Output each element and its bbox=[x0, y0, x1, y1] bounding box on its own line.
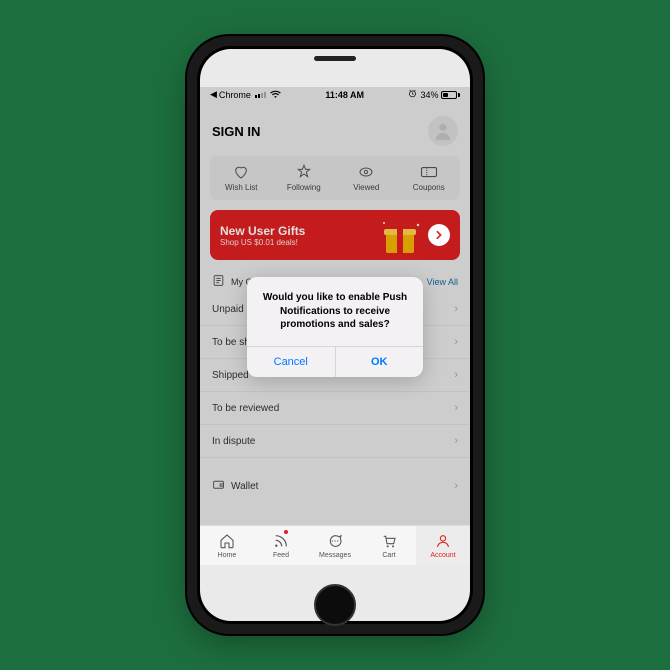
tab-messages[interactable]: Messages bbox=[308, 526, 362, 565]
chevron-right-icon: › bbox=[454, 480, 458, 492]
dialog-message: Would you like to enable Push Notificati… bbox=[247, 277, 423, 346]
cancel-button[interactable]: Cancel bbox=[247, 347, 336, 377]
status-time: 11:48 AM bbox=[325, 90, 364, 100]
coupon-icon bbox=[420, 164, 438, 180]
following-label: Following bbox=[287, 183, 321, 192]
tab-label: Messages bbox=[319, 552, 351, 559]
order-row-to-be-reviewed[interactable]: To be reviewed › bbox=[200, 392, 470, 425]
new-user-banner[interactable]: New User Gifts Shop US $0.01 deals! bbox=[210, 210, 460, 260]
wallet-row[interactable]: Wallet › bbox=[200, 468, 470, 504]
chevron-right-icon: › bbox=[454, 435, 458, 447]
tab-bar: Home Feed Messages Cart Account bbox=[200, 525, 470, 565]
banner-title: New User Gifts bbox=[220, 224, 305, 238]
tab-label: Home bbox=[218, 552, 237, 559]
heart-icon bbox=[233, 164, 249, 180]
back-app-label: Chrome bbox=[219, 90, 251, 100]
coupons-button[interactable]: Coupons bbox=[398, 164, 461, 192]
sign-in-title[interactable]: SIGN IN bbox=[212, 124, 260, 139]
view-all-link[interactable]: View All bbox=[427, 277, 458, 287]
phone-frame: ◀ Chrome 11:48 AM 34% bbox=[187, 36, 483, 634]
tab-home[interactable]: Home bbox=[200, 526, 254, 565]
notification-dot-icon bbox=[284, 530, 288, 534]
gift-icon bbox=[380, 219, 424, 260]
tab-label: Feed bbox=[273, 552, 289, 559]
feed-icon bbox=[273, 533, 289, 551]
row-label: Shipped bbox=[212, 370, 249, 381]
push-notification-dialog: Would you like to enable Push Notificati… bbox=[247, 277, 423, 377]
tab-label: Cart bbox=[382, 552, 395, 559]
chevron-right-icon: › bbox=[454, 369, 458, 381]
status-bar: ◀ Chrome 11:48 AM 34% bbox=[200, 87, 470, 102]
messages-icon bbox=[327, 533, 343, 551]
row-label: To be reviewed bbox=[212, 403, 279, 414]
row-label: Unpaid bbox=[212, 304, 244, 315]
banner-subtitle: Shop US $0.01 deals! bbox=[220, 238, 305, 247]
tab-cart[interactable]: Cart bbox=[362, 526, 416, 565]
back-caret-icon: ◀ bbox=[210, 89, 217, 100]
viewed-label: Viewed bbox=[353, 183, 379, 192]
wishlist-button[interactable]: Wish List bbox=[210, 164, 273, 192]
avatar[interactable] bbox=[428, 116, 458, 146]
viewed-button[interactable]: Viewed bbox=[335, 164, 398, 192]
alarm-icon bbox=[408, 89, 417, 100]
phone-screen: ◀ Chrome 11:48 AM 34% bbox=[200, 49, 470, 621]
home-icon bbox=[219, 533, 235, 551]
chevron-right-icon: › bbox=[454, 402, 458, 414]
tab-label: Account bbox=[430, 552, 455, 559]
chevron-right-icon bbox=[428, 224, 450, 246]
battery-pct: 34% bbox=[420, 90, 438, 100]
following-button[interactable]: Following bbox=[273, 164, 336, 192]
tab-account[interactable]: Account bbox=[416, 526, 470, 565]
cell-signal-icon bbox=[255, 92, 266, 98]
coupons-label: Coupons bbox=[413, 183, 445, 192]
eye-icon bbox=[358, 164, 374, 180]
phone-home-button[interactable] bbox=[314, 584, 356, 626]
orders-icon bbox=[212, 274, 225, 289]
account-icon bbox=[435, 533, 451, 551]
phone-speaker bbox=[314, 56, 356, 61]
wallet-icon bbox=[212, 478, 225, 494]
ok-button[interactable]: OK bbox=[336, 347, 424, 377]
tab-feed[interactable]: Feed bbox=[254, 526, 308, 565]
battery-icon bbox=[441, 91, 460, 99]
wifi-icon bbox=[270, 90, 281, 100]
wishlist-label: Wish List bbox=[225, 183, 257, 192]
quick-links-row: Wish List Following Viewed Coupons bbox=[210, 156, 460, 200]
chevron-right-icon: › bbox=[454, 336, 458, 348]
row-label: In dispute bbox=[212, 436, 255, 447]
wallet-label: Wallet bbox=[231, 481, 258, 492]
cart-icon bbox=[381, 533, 397, 551]
chevron-right-icon: › bbox=[454, 303, 458, 315]
order-row-in-dispute[interactable]: In dispute › bbox=[200, 425, 470, 458]
star-plus-icon bbox=[296, 164, 312, 180]
page-header: SIGN IN bbox=[200, 102, 470, 156]
back-to-chrome[interactable]: ◀ Chrome bbox=[210, 89, 251, 100]
